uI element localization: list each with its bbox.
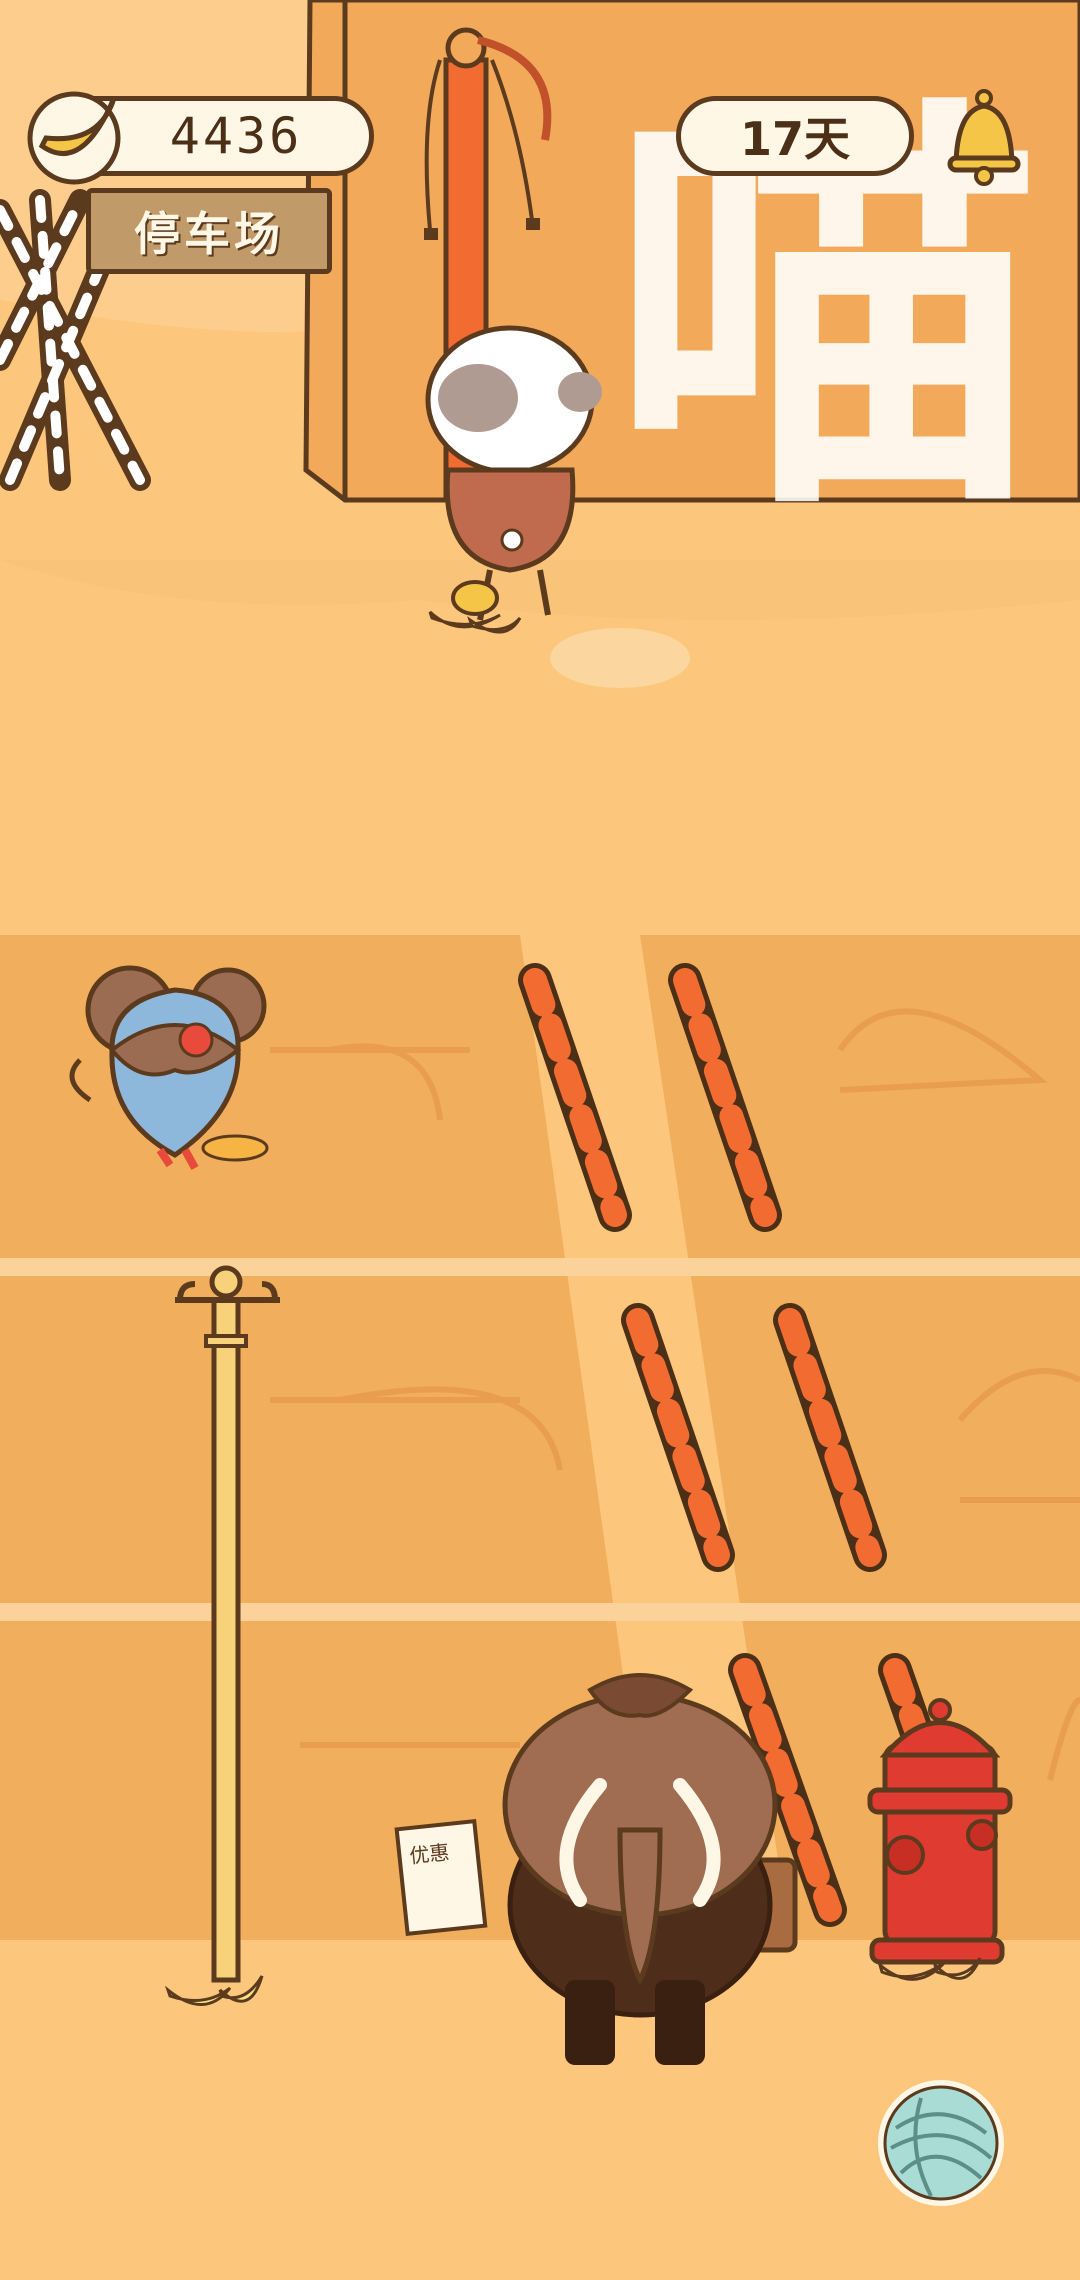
building-wall: 喵 — [303, 0, 1080, 562]
banana-icon — [27, 91, 121, 185]
day-counter: 17天 — [676, 96, 914, 176]
day-count: 17天 — [739, 112, 850, 166]
banana-count: 4436 — [169, 107, 303, 165]
svg-text:优惠: 优惠 — [408, 1840, 450, 1868]
bell-icon[interactable] — [944, 88, 1024, 188]
game-scene: 喵 优惠 — [0, 0, 1080, 2280]
yarn-ball-icon[interactable] — [876, 2078, 1006, 2208]
location-sign: 停车场 — [86, 188, 332, 274]
